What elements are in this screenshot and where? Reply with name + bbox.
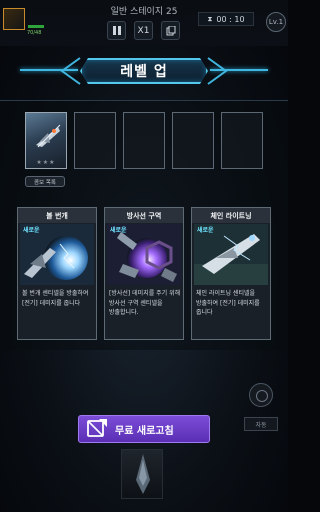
card-title: 체인 라이트닝 [192, 208, 270, 223]
page-title: 레벨 업 [120, 64, 168, 80]
player-ship [121, 449, 163, 499]
timer-text: 00 : 10 [216, 14, 245, 24]
timer: ⧗ 00 : 10 [198, 12, 254, 26]
skill-slot-5[interactable] [221, 112, 263, 169]
free-refresh-button[interactable]: 무료 새로고침 [78, 415, 210, 443]
hourglass-icon: ⧗ [207, 14, 213, 23]
radiation-zone-art: 새로운 [107, 224, 181, 285]
new-badge: 새로운 [197, 227, 214, 234]
settings-round-button[interactable] [249, 383, 273, 407]
card-description: 볼 번개 센티넬을 방출하여 [전기] 데미지를 줍니다 [22, 290, 89, 307]
cards-icon [166, 25, 175, 35]
ball-lightning-art: 새로운 [20, 224, 94, 285]
combo-list-button[interactable]: 콤보 목록 [25, 176, 65, 187]
skill-slot-3[interactable] [123, 112, 165, 169]
hp-bar [28, 25, 44, 28]
card-title: 방사선 구역 [105, 208, 183, 223]
skill-card-radiation-zone[interactable]: 방사선 구역 새로운 [방사선] 데미지를 주기 위해 방사선 구역 센티넬을 … [104, 207, 184, 340]
top-hud: 일반 스테이지 25 70/48 X1 ⧗ 00 : 10 Lv.1 [0, 0, 288, 46]
card-description: [방사선] 데미지를 주기 위해 방사선 구역 센티넬을 방출합니다. [109, 290, 181, 316]
pause-icon [112, 26, 121, 35]
player-avatar [3, 8, 25, 30]
auto-button[interactable]: 자동 [244, 417, 278, 431]
chain-lightning-art: 새로운 [194, 224, 268, 285]
cards-button[interactable] [161, 21, 180, 40]
star-rating: ★★★ [36, 159, 56, 166]
new-badge: 새로운 [110, 227, 127, 234]
refresh-card-icon [87, 419, 107, 437]
card-title: 볼 번개 [18, 208, 96, 223]
level-up-banner: 레벨 업 [0, 46, 288, 102]
skill-slot-1[interactable]: ★★★ [25, 112, 67, 169]
pause-button[interactable] [107, 21, 126, 40]
new-badge: 새로운 [23, 227, 40, 234]
free-refresh-label: 무료 새로고침 [115, 425, 174, 437]
skill-slot-4[interactable] [172, 112, 214, 169]
hp-text: 70/48 [27, 30, 42, 36]
skill-card-chain-lightning[interactable]: 체인 라이트닝 새로운 체인 라이트닝 센티넬을 방출하여 [전기] 데미지를 … [191, 207, 271, 340]
card-description: 체인 라이트닝 센티넬을 방출하여 [전기] 데미지를 줍니다 [196, 290, 260, 316]
player-level: Lv.1 [266, 12, 286, 32]
skill-slot-2[interactable] [74, 112, 116, 169]
skill-card-ball-lightning[interactable]: 볼 번개 새로운 볼 번개 센티넬을 방출하여 [전기] 데미지를 줍니다 [17, 207, 97, 340]
ship-icon [36, 124, 61, 148]
speed-button[interactable]: X1 [134, 21, 153, 40]
